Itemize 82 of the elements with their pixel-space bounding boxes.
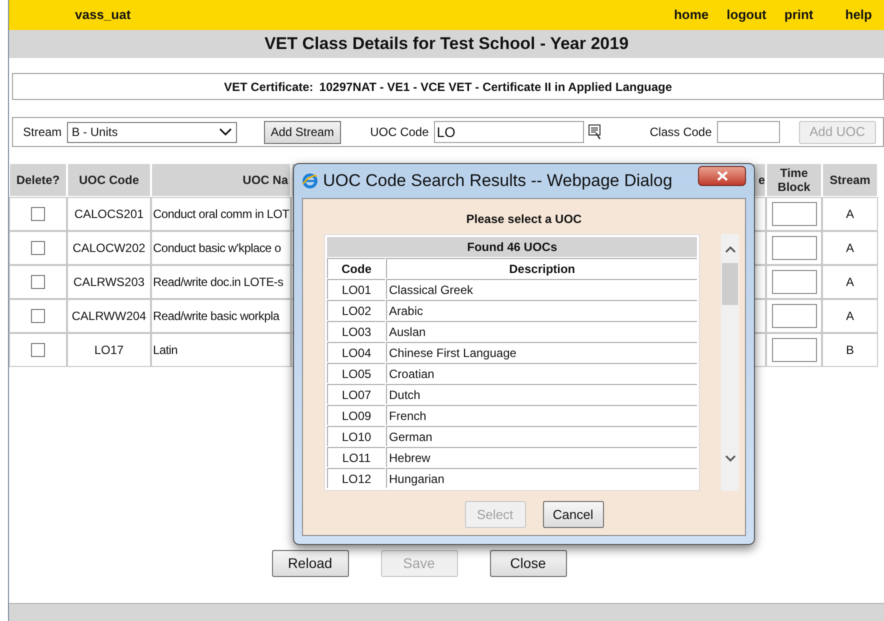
dialog-title: UOC Code Search Results -- Webpage Dialog — [323, 170, 672, 192]
delete-checkbox[interactable] — [31, 241, 45, 255]
search-icon[interactable] — [588, 124, 602, 140]
table-cell: LO07 — [327, 384, 385, 404]
close-button[interactable] — [698, 166, 746, 186]
column-header: UOC Na — [151, 163, 291, 197]
table-cell: LO09 — [327, 405, 385, 425]
uoc-code-label: UOC Code — [370, 124, 429, 141]
close-icon — [716, 171, 728, 181]
table-cell: LO01 — [327, 279, 385, 299]
table-cell: Hungarian — [386, 468, 698, 488]
delete-checkbox[interactable] — [31, 343, 45, 357]
chevron-down-icon — [218, 128, 232, 136]
table-cell: Hebrew — [386, 447, 698, 467]
page-title: VET Class Details for Test School - Year 2019 — [264, 33, 629, 56]
footer-button[interactable]: Reload — [272, 550, 348, 577]
column-header: UOC Code — [67, 163, 151, 197]
stream-select[interactable]: B - Units — [66, 122, 237, 142]
browser-icon — [302, 173, 318, 189]
table-cell: LO12 — [327, 468, 385, 488]
dialog-button[interactable]: Cancel — [542, 501, 604, 528]
table-cell: German — [386, 426, 698, 446]
dialog-prompt: Please select a UOC — [466, 211, 582, 228]
table-cell: LO17 — [67, 333, 151, 367]
column-header: Time Block — [766, 163, 822, 197]
column-header: Stream — [822, 163, 878, 197]
time-block-field[interactable] — [772, 236, 816, 260]
table-cell: Read/write basic workpla — [151, 299, 291, 333]
table-cell: Chinese First Language — [386, 342, 698, 362]
table-cell: A — [822, 197, 878, 231]
table-cell: Conduct oral comm in LOT — [151, 197, 291, 231]
time-block-field[interactable] — [772, 270, 816, 294]
table-cell: LO10 — [327, 426, 385, 446]
footer-button[interactable]: Close — [490, 550, 566, 577]
table-cell: B — [822, 333, 878, 367]
table-cell: CALOCW202 — [67, 231, 151, 265]
delete-checkbox[interactable] — [31, 275, 45, 289]
delete-checkbox[interactable] — [31, 309, 45, 323]
table-cell: LO02 — [327, 300, 385, 320]
column-header: Code — [327, 258, 385, 278]
table-cell: Latin — [151, 333, 291, 367]
scrollbar-thumb[interactable] — [722, 263, 738, 305]
table-cell: Croatian — [386, 363, 698, 383]
table-cell: CALOCS201 — [67, 197, 151, 231]
table-cell: Auslan — [386, 321, 698, 341]
column-header: Description — [386, 258, 698, 278]
stream-label: Stream — [23, 124, 62, 141]
delete-checkbox[interactable] — [31, 207, 45, 221]
table-cell: LO05 — [327, 363, 385, 383]
add-stream-button[interactable]: Add Stream — [264, 120, 342, 144]
nav-link[interactable]: logout — [726, 5, 766, 25]
table-cell: CALRWW204 — [67, 299, 151, 333]
time-block-field[interactable] — [772, 304, 816, 328]
column-header: Delete? — [9, 163, 67, 197]
table-cell: A — [822, 231, 878, 265]
table-cell: A — [822, 299, 878, 333]
table-cell: Conduct basic w'kplace o — [151, 231, 291, 265]
scrollbar[interactable] — [721, 234, 739, 491]
nav-link[interactable]: help — [845, 5, 872, 25]
results-count: Found 46 UOCs — [327, 237, 698, 257]
class-code-field[interactable] — [716, 121, 780, 143]
uoc-code-field[interactable]: LO — [434, 121, 584, 143]
chevron-up-icon — [724, 246, 736, 253]
username: vass_uat — [75, 6, 131, 24]
table-cell: A — [822, 265, 878, 299]
table-cell: LO03 — [327, 321, 385, 341]
chevron-down-icon — [724, 455, 736, 462]
certificate-label: VET Certificate: — [224, 78, 314, 96]
table-cell: Arabic — [386, 300, 698, 320]
table-cell: LO11 — [327, 447, 385, 467]
table-cell: Read/write doc.in LOTE-s — [151, 265, 291, 299]
table-cell: Dutch — [386, 384, 698, 404]
table-cell: Classical Greek — [386, 279, 698, 299]
nav-link[interactable]: print — [784, 5, 814, 25]
nav-link[interactable]: home — [674, 5, 709, 25]
table-cell: French — [386, 405, 698, 425]
class-code-label: Class Code — [650, 124, 712, 141]
certificate-value: 10297NAT - VE1 - VCE VET - Certificate II in Applied Language — [319, 78, 672, 96]
table-cell: CALRWS203 — [67, 265, 151, 299]
time-block-field[interactable] — [772, 202, 816, 226]
table-cell: LO04 — [327, 342, 385, 362]
time-block-field[interactable] — [772, 338, 816, 362]
